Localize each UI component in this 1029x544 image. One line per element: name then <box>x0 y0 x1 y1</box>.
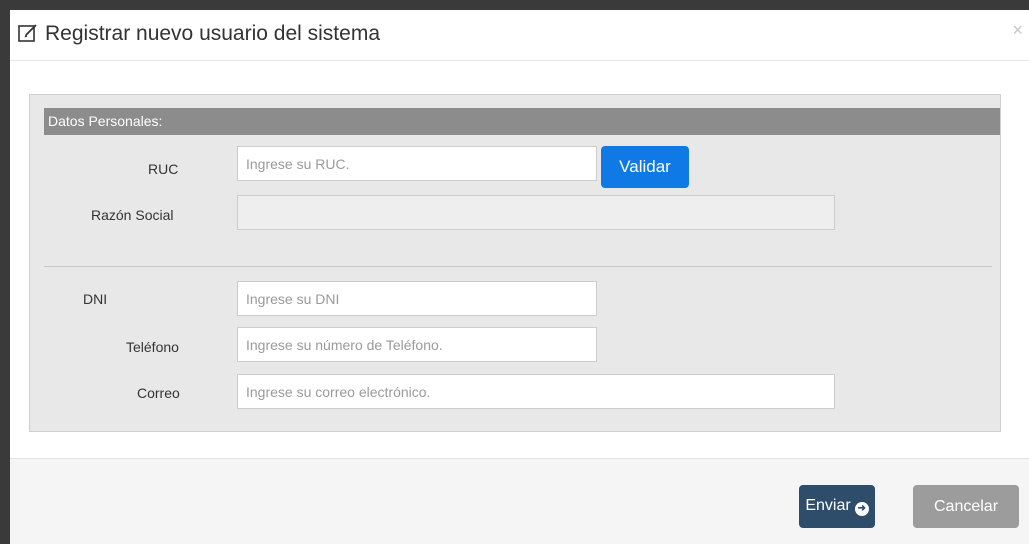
modal-title: Registrar nuevo usuario del sistema <box>45 22 380 45</box>
section-divider <box>44 266 992 267</box>
edit-icon <box>17 22 39 44</box>
personal-data-panel: Datos Personales: RUC Validar Razón Soci… <box>29 94 1001 432</box>
modal-footer: Enviar ➜ Cancelar <box>10 458 1029 544</box>
enviar-label: Enviar <box>805 497 851 514</box>
correo-label: Correo <box>137 385 180 401</box>
modal-body: Datos Personales: RUC Validar Razón Soci… <box>10 61 1029 458</box>
telefono-label: Teléfono <box>126 339 179 355</box>
telefono-input[interactable] <box>237 327 597 362</box>
ruc-label: RUC <box>148 161 179 177</box>
dni-label: DNI <box>83 291 108 307</box>
register-user-modal: Registrar nuevo usuario del sistema × Da… <box>10 10 1029 544</box>
modal-header: Registrar nuevo usuario del sistema × <box>10 10 1029 61</box>
ruc-input[interactable] <box>237 146 597 181</box>
dni-input[interactable] <box>237 281 597 316</box>
section-header: Datos Personales: <box>44 108 1000 135</box>
arrow-circle-right-icon: ➜ <box>854 502 869 516</box>
enviar-button[interactable]: Enviar ➜ <box>799 485 875 528</box>
razon-social-label: Razón Social <box>91 207 174 223</box>
correo-input[interactable] <box>237 374 835 409</box>
validar-button[interactable]: Validar <box>601 146 689 188</box>
close-icon[interactable]: × <box>1012 20 1023 40</box>
cancelar-button[interactable]: Cancelar <box>913 485 1019 528</box>
razon-social-input <box>237 195 835 230</box>
